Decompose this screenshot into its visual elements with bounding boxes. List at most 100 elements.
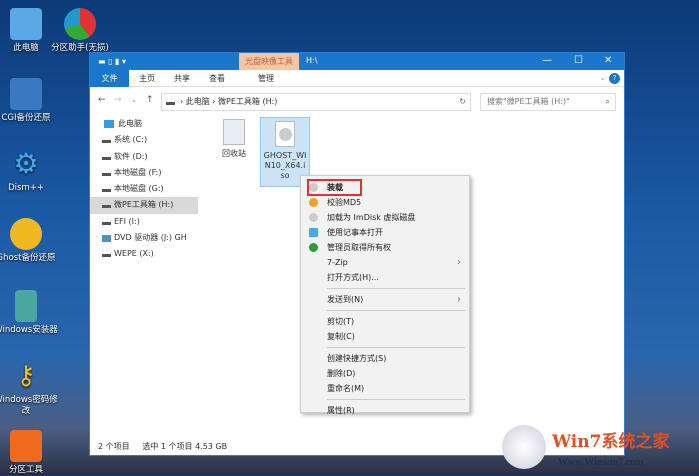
drive-icon bbox=[102, 140, 111, 144]
desktop-icon-ghost[interactable]: Ghost备份还原 bbox=[0, 218, 58, 264]
forward-button[interactable]: → bbox=[114, 95, 122, 105]
close-button[interactable]: ✕ bbox=[604, 55, 612, 66]
nav-item-drive-i[interactable]: EFI (I:) bbox=[90, 214, 198, 230]
menu-item-properties[interactable]: 属性(R) bbox=[301, 403, 469, 418]
desktop-icon-dism[interactable]: ⚙ Dism++ bbox=[0, 148, 58, 194]
back-button[interactable]: ← bbox=[98, 95, 106, 105]
tab-file[interactable]: 文件 bbox=[90, 70, 129, 87]
drive-icon bbox=[166, 102, 175, 105]
disc-image-icon bbox=[275, 121, 295, 147]
icon-label: Windows安装器 bbox=[0, 325, 58, 335]
icon-label: CGI备份还原 bbox=[1, 113, 51, 123]
recent-dropdown[interactable]: ⌄ bbox=[131, 96, 137, 104]
up-button[interactable]: ↑ bbox=[146, 95, 154, 105]
tab-view[interactable]: 查看 bbox=[209, 73, 225, 84]
menu-label: 7-Zip bbox=[327, 258, 348, 267]
menu-item-copy[interactable]: 复制(C) bbox=[301, 329, 469, 344]
desktop-icon-partition-tool[interactable]: 分区工具 bbox=[0, 430, 58, 476]
drive-icon bbox=[102, 205, 111, 209]
nav-label: 本地磁盘 (F:) bbox=[114, 167, 162, 177]
tab-home[interactable]: 主页 bbox=[139, 73, 155, 84]
icon-label: 此电脑 bbox=[13, 43, 39, 53]
minimize-button[interactable]: — bbox=[542, 55, 552, 66]
separator bbox=[327, 310, 465, 311]
menu-label: 管理员取得所有权 bbox=[327, 243, 391, 252]
menu-label: 复制(C) bbox=[327, 332, 355, 341]
address-row: ← → ⌄ ↑ › 此电脑 › 微PE工具箱 (H:) ↻ 搜索"微PE工具箱 … bbox=[90, 91, 624, 113]
separator bbox=[327, 288, 465, 289]
tab-manage[interactable]: 管理 bbox=[258, 73, 274, 84]
help-icon[interactable]: ? bbox=[609, 73, 620, 84]
menu-label: 发送到(N) bbox=[327, 295, 364, 304]
desktop-icon-windows-installer[interactable]: Windows安装器 bbox=[0, 290, 58, 336]
nav-item-drive-x[interactable]: WEPE (X:) bbox=[90, 246, 198, 262]
dvd-icon bbox=[102, 235, 111, 243]
selection-info: 选中 1 个项目 4.53 GB bbox=[142, 442, 228, 451]
tab-share[interactable]: 共享 bbox=[174, 73, 190, 84]
desktop-icon-password[interactable]: ⚷ Windows密码修改 bbox=[0, 360, 58, 417]
chevron-right-icon: › bbox=[457, 257, 461, 268]
disc-icon bbox=[309, 213, 318, 222]
drive-icon bbox=[102, 156, 111, 160]
nav-item-drive-f[interactable]: 本地磁盘 (F:) bbox=[90, 165, 198, 181]
menu-item-7zip[interactable]: 7-Zip › bbox=[301, 255, 469, 270]
menu-label: 加载为 ImDisk 虚拟磁盘 bbox=[327, 213, 416, 222]
search-input[interactable]: 搜索"微PE工具箱 (H:)" ⌕ bbox=[480, 93, 616, 111]
menu-item-open-with[interactable]: 打开方式(H)... bbox=[301, 270, 469, 285]
icon-label: Ghost备份还原 bbox=[0, 253, 56, 263]
menu-label: 打开方式(H)... bbox=[327, 273, 379, 282]
diskgenius-icon bbox=[10, 430, 42, 462]
nav-label: DVD 驱动器 (J:) GH bbox=[114, 233, 187, 243]
watermark-brand: Win7系统之家 bbox=[552, 432, 670, 452]
drive-icon bbox=[102, 221, 111, 225]
refresh-icon[interactable]: ↻ bbox=[459, 94, 466, 110]
nav-label: 本地磁盘 (G:) bbox=[114, 184, 164, 194]
menu-item-cut[interactable]: 剪切(T) bbox=[301, 314, 469, 329]
menu-item-rename[interactable]: 重命名(M) bbox=[301, 381, 469, 396]
nav-label: 此电脑 bbox=[118, 119, 142, 128]
computer-icon bbox=[10, 8, 42, 40]
item-count: 2 个项目 bbox=[98, 442, 130, 451]
watermark-url: Www.Winwin7.com bbox=[558, 457, 644, 468]
menu-item-send-to[interactable]: 发送到(N) › bbox=[301, 292, 469, 307]
menu-item-md5[interactable]: 校验MD5 bbox=[301, 195, 469, 210]
address-bar[interactable]: › 此电脑 › 微PE工具箱 (H:) ↻ bbox=[161, 93, 471, 111]
icon-label: 分区工具 bbox=[8, 465, 43, 475]
menu-item-imdisk[interactable]: 加载为 ImDisk 虚拟磁盘 bbox=[301, 210, 469, 225]
breadcrumb-this-pc[interactable]: 此电脑 bbox=[186, 97, 210, 106]
nav-item-drive-c[interactable]: 系统 (C:) bbox=[90, 132, 198, 148]
menu-label: 使用记事本打开 bbox=[327, 228, 383, 237]
expand-ribbon-icon[interactable]: ⌄ bbox=[599, 73, 606, 82]
ghost-icon bbox=[10, 218, 42, 250]
notepad-icon bbox=[309, 228, 318, 237]
nav-item-this-pc[interactable]: 此电脑 bbox=[90, 116, 198, 132]
key-icon: ⚷ bbox=[16, 361, 36, 391]
maximize-button[interactable]: ☐ bbox=[574, 55, 583, 66]
menu-item-delete[interactable]: 删除(D) bbox=[301, 366, 469, 381]
nav-item-drive-d[interactable]: 软件 (D:) bbox=[90, 149, 198, 165]
recycle-bin-icon bbox=[223, 119, 245, 145]
gear-icon: ⚙ bbox=[13, 147, 39, 180]
ribbon-tabs: 文件 主页 共享 查看 管理 ⌄ ? bbox=[90, 70, 624, 87]
menu-label: 创建快捷方式(S) bbox=[327, 354, 387, 363]
partition-assistant-icon bbox=[64, 8, 96, 40]
menu-item-notepad[interactable]: 使用记事本打开 bbox=[301, 225, 469, 240]
window-title: H:\ bbox=[306, 56, 318, 65]
nav-item-drive-g[interactable]: 本地磁盘 (G:) bbox=[90, 181, 198, 197]
file-recycle-bin[interactable]: 回收站 bbox=[212, 119, 256, 159]
drive-icon bbox=[102, 172, 111, 176]
breadcrumb-drive[interactable]: 微PE工具箱 (H:) bbox=[218, 97, 277, 106]
disc-image-tools-tab[interactable]: 光盘映像工具 bbox=[239, 53, 299, 70]
nav-item-dvd-j[interactable]: DVD 驱动器 (J:) GH bbox=[90, 230, 198, 246]
icon-label: Windows密码修改 bbox=[0, 395, 58, 416]
menu-item-create-shortcut[interactable]: 创建快捷方式(S) bbox=[301, 351, 469, 366]
quick-access-toolbar[interactable]: ▬ ▯ ▮ ▾ bbox=[98, 57, 126, 66]
installer-icon bbox=[15, 290, 37, 322]
desktop-icon-cgi[interactable]: CGI备份还原 bbox=[0, 78, 58, 124]
menu-label: 重命名(M) bbox=[327, 384, 365, 393]
nav-label: EFI (I:) bbox=[114, 216, 140, 226]
menu-label: 属性(R) bbox=[327, 406, 355, 415]
nav-item-drive-h[interactable]: 微PE工具箱 (H:) bbox=[90, 197, 198, 214]
desktop-icon-partition-assistant[interactable]: 分区助手(无损) bbox=[48, 8, 112, 54]
menu-item-take-ownership[interactable]: 管理员取得所有权 bbox=[301, 240, 469, 255]
